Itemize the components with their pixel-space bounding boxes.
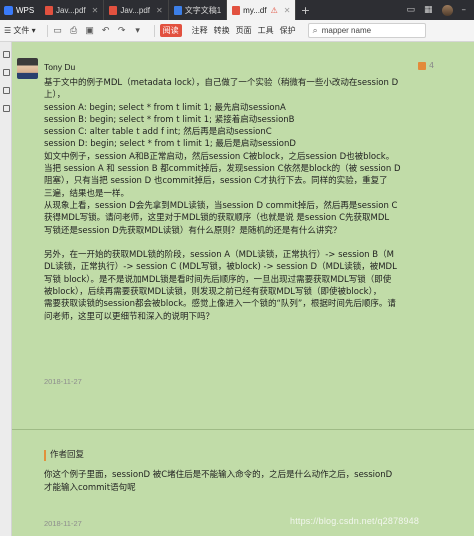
warning-icon: ⚠: [270, 5, 278, 15]
undo-icon[interactable]: ↶: [101, 25, 111, 36]
tools-tab[interactable]: 工具: [258, 25, 274, 36]
author-reply-body: 你这个例子里面，sessionD 被C堵住后是不能输入命令的，之后是什么动作之后…: [44, 469, 444, 494]
app-name: WPS: [16, 5, 35, 15]
page-tab[interactable]: 页面: [236, 25, 252, 36]
comment-line: session C: alter table t add f int; 然后再是…: [44, 127, 272, 138]
image-icon[interactable]: [0, 84, 12, 96]
like-counter: 4: [418, 61, 434, 70]
read-mode-label: 阅读: [159, 24, 182, 37]
tab-label: my...df: [243, 5, 267, 15]
divider: [153, 24, 155, 37]
divider: [46, 24, 48, 37]
wps-home-button[interactable]: WPS: [0, 0, 40, 20]
comment-line: 获得MDL写锁。请问老师，这里对于MDL锁的获取顺序（也就是说 是session…: [44, 213, 390, 224]
close-icon[interactable]: ✕: [92, 6, 99, 15]
new-tab-button[interactable]: +: [296, 4, 314, 17]
bookmark-icon[interactable]: [0, 66, 12, 78]
open-folder-icon[interactable]: ▭: [53, 25, 63, 36]
comment-line: 写锁 block）。是不是说加MDL锁是看时间先后顺序的，一旦出现过需要获取MD…: [44, 274, 392, 285]
divider: [12, 429, 474, 430]
doc-file-icon: [173, 5, 182, 15]
comment-line: 问老师，这里可以更细节和深入的说明下吗？: [44, 311, 215, 322]
comment-author: Tony Du: [44, 62, 76, 72]
comment-line: 需要获取读锁的session都会被block。感觉上像进入一个锁的“队列”，根据…: [44, 299, 396, 310]
thumbs-up-icon: [418, 61, 426, 70]
tab-document-1[interactable]: Jav...pdf ✕: [40, 0, 105, 20]
file-menu-label: 文件: [13, 26, 30, 35]
search-value: mapper name: [321, 26, 372, 35]
comment-line: 基于文中的例子MDL（metadata lock），自己做了一个实验（稍微有一些…: [44, 78, 399, 88]
comment-line: 上），: [44, 90, 66, 101]
window-controls: ▭ ▦ –: [406, 4, 474, 16]
comment-body: 基于文中的例子MDL（metadata lock），自己做了一个实验（稍微有一些…: [44, 77, 436, 323]
redo-icon[interactable]: ↷: [117, 25, 127, 36]
tab-document-active[interactable]: my...df ⚠ ✕: [227, 0, 297, 20]
comment-date: 2018-11-27: [44, 377, 82, 386]
left-sidebar: [0, 42, 12, 536]
comment-line: session B: begin; select * from t limit …: [44, 114, 295, 125]
tab-list-icon[interactable]: ▭: [406, 5, 415, 15]
comment-line: 当把 session A 和 session B 都commit掉后，发现ses…: [44, 164, 401, 175]
wps-logo-icon: [4, 5, 13, 15]
tab-document-2[interactable]: Jav...pdf ✕: [104, 0, 169, 20]
pdf-file-icon: [45, 5, 53, 15]
print-icon[interactable]: ⎙: [69, 25, 79, 36]
pdf-file-icon: [109, 5, 118, 15]
like-count: 4: [429, 61, 435, 70]
comment-line: session A: begin; select * from t limit …: [44, 102, 286, 113]
author-reply-heading: 作者回复: [44, 450, 84, 461]
comment-line: 另外，在一开始的获取MDL锁的阶段，session A（MDL读锁，正常执行）-…: [44, 250, 394, 261]
comment-line: session D: begin; select * from t limit …: [44, 139, 296, 150]
tab-label: 文字文稿1: [184, 5, 222, 15]
tab-document-3[interactable]: 文字文稿1: [169, 0, 228, 20]
reply-line: 才能输入commit语句呢: [44, 482, 136, 493]
comment-line: 从现象上看，session D会先拿到MDL读锁，当session D comm…: [44, 200, 398, 211]
comment-line: 三遍，结果也是一样。: [44, 188, 130, 199]
avatar[interactable]: [441, 4, 453, 16]
search-input[interactable]: ⌕ mapper name: [307, 23, 426, 38]
comment-line: DL读锁，正常执行）-> session C (MDL写锁，被block) ->…: [44, 262, 397, 273]
comment-line: 被block），后续再需要获取MDL读锁，则发现之前已经有获取MDL写锁（即使被…: [44, 287, 382, 298]
comment-line: 写锁还是session D先获取MDL读锁）有什么原则？是随机的还是有什么讲究？: [44, 225, 342, 236]
menu-icon: ☰: [4, 26, 14, 35]
tab-label: Jav...pdf: [120, 5, 151, 15]
avatar: [17, 58, 38, 79]
save-icon[interactable]: ▣: [85, 25, 95, 36]
protect-tab[interactable]: 保护: [280, 25, 296, 36]
thumbnail-icon[interactable]: [0, 48, 12, 60]
comment-line: 阻塞），只有当把 session D 也commit掉后，session C才执…: [44, 176, 388, 187]
tab-bar: WPS Jav...pdf ✕ Jav...pdf ✕ 文字文稿1 my...d…: [0, 0, 474, 20]
read-mode-button[interactable]: 阅读: [159, 24, 186, 37]
tab-label: Jav...pdf: [56, 5, 86, 15]
comment-icon[interactable]: [0, 102, 12, 114]
search-icon: ⌕: [312, 25, 318, 35]
reply-line: 你这个例子里面，sessionD 被C堵住后是不能输入命令的，之后是什么动作之后…: [44, 470, 393, 480]
close-icon[interactable]: ✕: [156, 6, 163, 15]
grid-icon[interactable]: ▦: [424, 5, 433, 15]
pdf-file-icon: [232, 5, 241, 15]
convert-tab[interactable]: 转换: [214, 25, 230, 36]
chevron-down-icon: ▾: [29, 26, 36, 35]
comment-line: 如文中例子，session A和B正常启动，然后session C被block，…: [44, 151, 395, 162]
reply-date: 2018-11-27: [44, 519, 82, 528]
chevron-down-icon[interactable]: ▾: [133, 25, 143, 36]
watermark: https://blog.csdn.net/q2878948: [290, 516, 420, 526]
annotate-tab[interactable]: 注释: [192, 25, 208, 36]
document-page: Tony Du 4 基于文中的例子MDL（metadata lock），自己做了…: [12, 42, 474, 536]
file-menu-button[interactable]: ☰ 文件 ▾: [4, 25, 36, 36]
toolbar: ☰ 文件 ▾ ▭ ⎙ ▣ ↶ ↷ ▾ 阅读 注释 转换 页面 工具 保护 ⌕ m…: [0, 20, 474, 42]
close-icon[interactable]: ✕: [284, 6, 291, 15]
minimize-icon[interactable]: –: [462, 5, 467, 15]
